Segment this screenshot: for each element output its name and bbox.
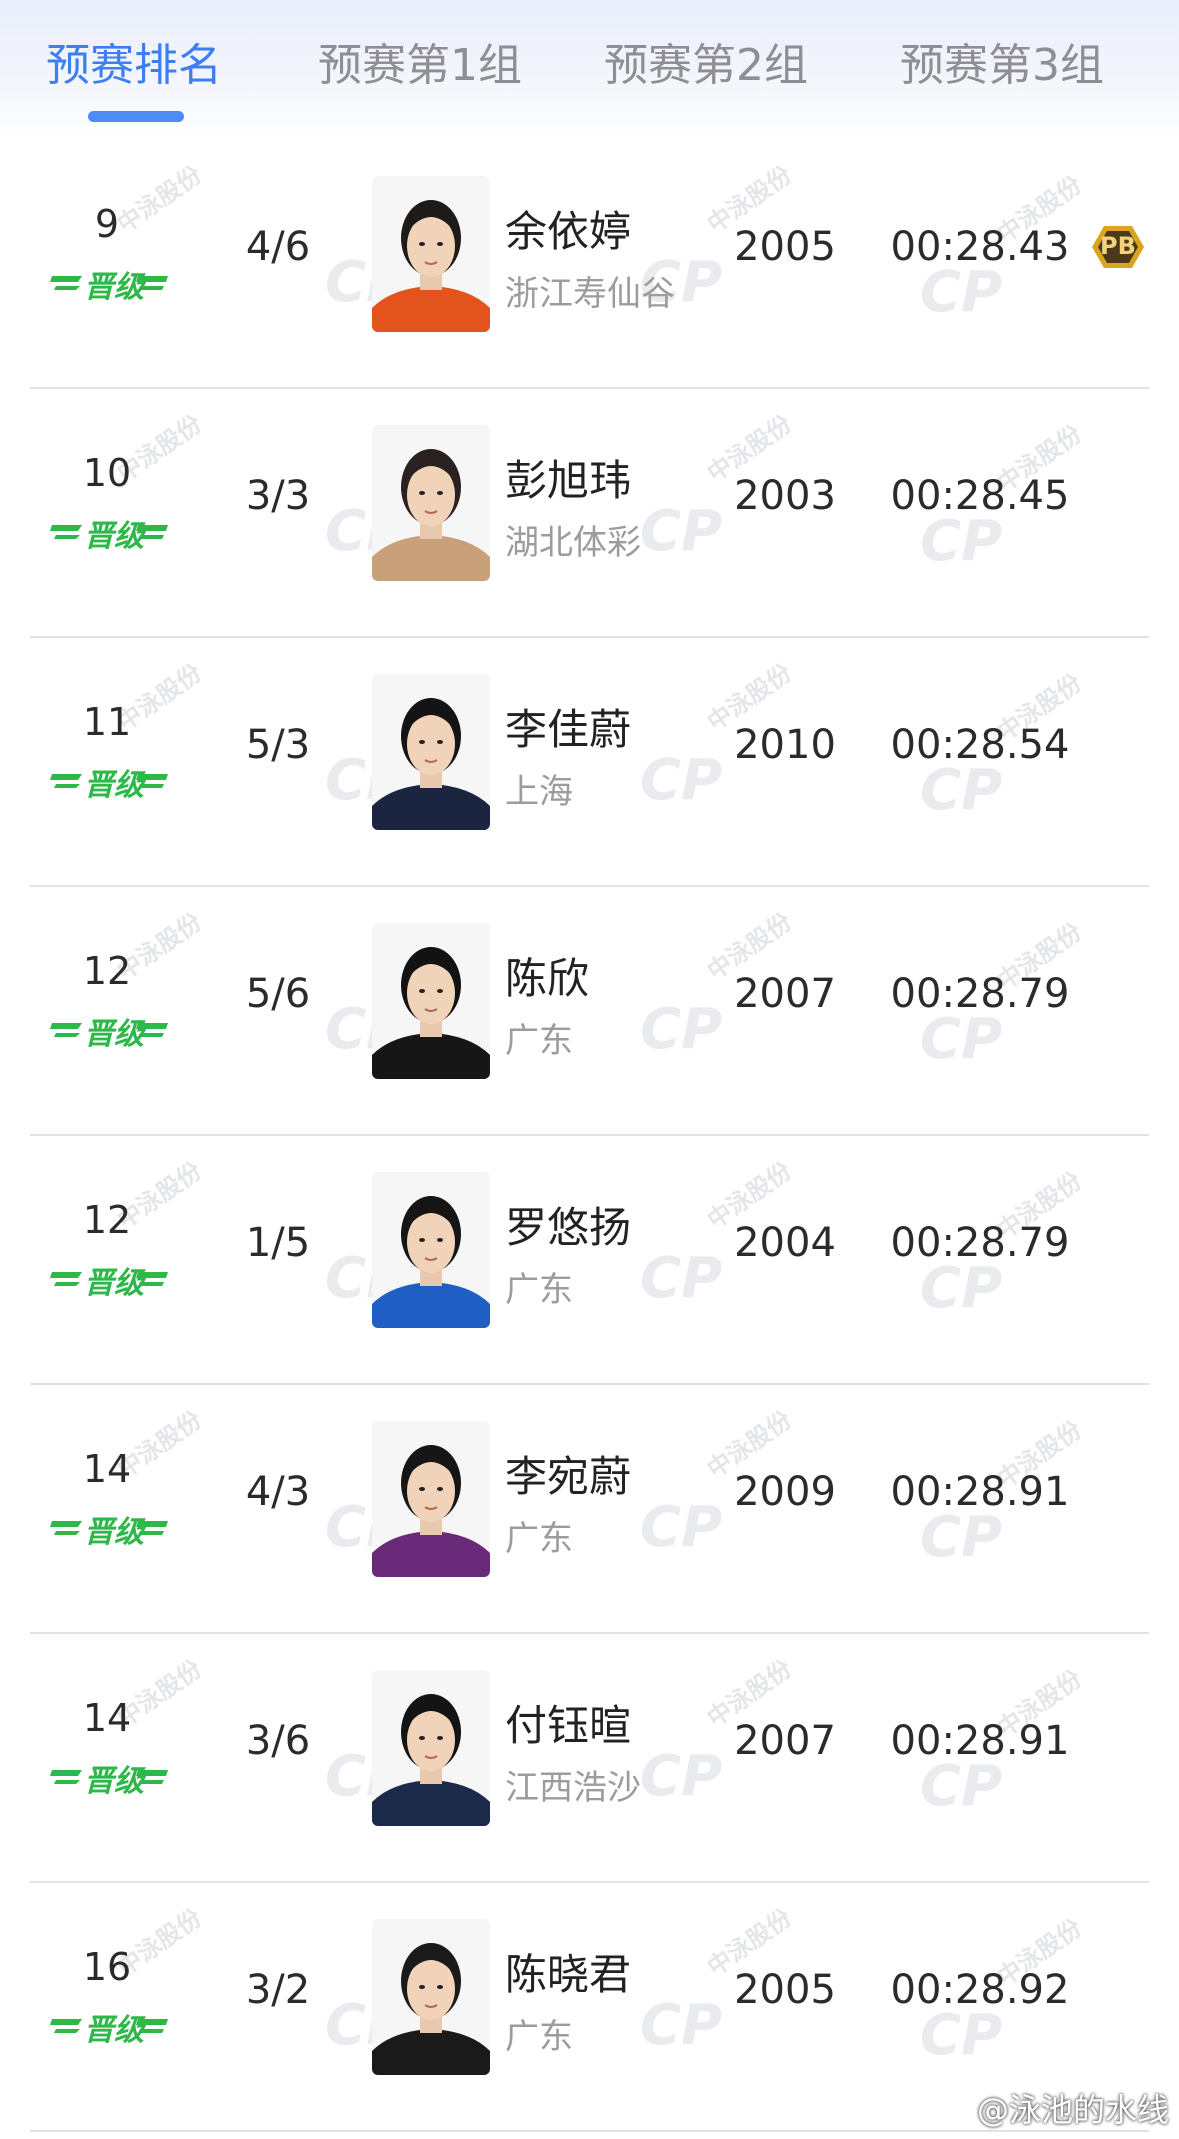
advance-label: 晋级 [84,1017,144,1052]
weibo-watermark: @泳池的水线 [976,2091,1169,2129]
athlete-name: 陈晓君 [505,1950,632,1999]
tab-prelim-heat-2[interactable]: 预赛第2组 [604,36,808,96]
advance-label: 晋级 [84,1764,144,1799]
advance-label: 晋级 [84,768,144,803]
race-time: 00:28.54 [890,722,1070,768]
athlete-row[interactable]: 中泳股份 中泳股份 中泳股份 CP CP CP 10 晋级 3/3 彭旭玮 湖北体彩 2003 00:2… [0,389,1179,638]
birth-year: 2005 [734,224,836,270]
active-tab-indicator [88,111,184,122]
watermark-logo: CP [640,997,723,1062]
heat-lane: 3/2 [245,1967,311,2013]
advance-badge: 晋级 [50,1258,170,1301]
athlete-photo [372,425,490,581]
rank-number: 14 [82,1447,132,1491]
tab-prelim-heat-1[interactable]: 预赛第1组 [318,36,522,96]
advance-label: 晋级 [84,1515,144,1550]
heat-lane: 1/5 [245,1220,311,1266]
athlete-team: 湖北体彩 [505,523,641,563]
race-time: 00:28.91 [890,1469,1070,1515]
athlete-team: 广东 [505,1270,573,1310]
ranking-list: 中泳股份 中泳股份 中泳股份 CP CP CP 9 晋级 4/6 余依婷 浙江寿仙谷 2005 00:2… [0,140,1179,2132]
birth-year: 2007 [734,1718,836,1764]
advance-label: 晋级 [84,2013,144,2048]
athlete-photo [372,1670,490,1826]
race-time: 00:28.45 [890,473,1070,519]
athlete-row[interactable]: 中泳股份 中泳股份 中泳股份 CP CP CP 14 晋级 3/6 付钰暄 江西浩沙 2007 00:2… [0,1634,1179,1883]
rank-number: 16 [82,1945,132,1989]
advance-badge: 晋级 [50,760,170,803]
birth-year: 2007 [734,971,836,1017]
athlete-photo [372,176,490,332]
race-time: 00:28.91 [890,1718,1070,1764]
athlete-name: 陈欣 [505,954,590,1003]
rank-number: 9 [94,202,120,246]
race-time: 00:28.92 [890,1967,1070,2013]
race-time: 00:28.79 [890,1220,1070,1266]
athlete-name: 付钰暄 [505,1701,632,1750]
advance-label: 晋级 [84,270,144,305]
athlete-photo [372,674,490,830]
heat-lane: 4/3 [245,1469,311,1515]
advance-badge: 晋级 [50,262,170,305]
athlete-team: 江西浩沙 [505,1768,641,1808]
watermark-logo: CP [640,748,723,813]
athlete-row[interactable]: 中泳股份 中泳股份 中泳股份 CP CP CP 12 晋级 5/6 陈欣 广东 2007 00:28.7… [0,887,1179,1136]
advance-badge: 晋级 [50,1756,170,1799]
rank-number: 10 [82,451,132,495]
athlete-name: 余依婷 [505,207,632,256]
athlete-photo [372,1919,490,2075]
athlete-team: 广东 [505,1519,573,1559]
rank-number: 11 [82,700,132,744]
advance-label: 晋级 [84,1266,144,1301]
athlete-team: 上海 [505,772,573,812]
athlete-name: 彭旭玮 [505,456,632,505]
athlete-name: 罗悠扬 [505,1203,632,1252]
race-time: 00:28.79 [890,971,1070,1017]
birth-year: 2010 [734,722,836,768]
heat-lane: 3/3 [245,473,311,519]
athlete-photo [372,923,490,1079]
athlete-photo [372,1172,490,1328]
heat-lane: 5/3 [245,722,311,768]
rank-number: 12 [82,1198,132,1242]
advance-label: 晋级 [84,519,144,554]
athlete-team: 浙江寿仙谷 [505,274,675,314]
athlete-team: 广东 [505,1021,573,1061]
watermark-logo: CP [640,1495,723,1560]
birth-year: 2004 [734,1220,836,1266]
advance-badge: 晋级 [50,511,170,554]
birth-year: 2005 [734,1967,836,2013]
watermark-logo: CP [640,1744,723,1809]
heat-lane: 5/6 [245,971,311,1017]
athlete-row[interactable]: 中泳股份 中泳股份 中泳股份 CP CP CP 12 晋级 1/5 罗悠扬 广东 2004 00:28.… [0,1136,1179,1385]
athlete-team: 广东 [505,2017,573,2057]
athlete-photo [372,1421,490,1577]
rank-number: 14 [82,1696,132,1740]
tab-prelim-heat-3[interactable]: 预赛第3组 [900,36,1104,96]
birth-year: 2009 [734,1469,836,1515]
athlete-name: 李宛蔚 [505,1452,632,1501]
rank-number: 12 [82,949,132,993]
advance-badge: 晋级 [50,1009,170,1052]
heat-lane: 4/6 [245,224,311,270]
watermark-logo: CP [640,1246,723,1311]
watermark-logo: CP [640,499,723,564]
pb-label: PB [1100,232,1136,260]
athlete-row[interactable]: 中泳股份 中泳股份 中泳股份 CP CP CP 9 晋级 4/6 余依婷 浙江寿仙谷 2005 00:2… [0,140,1179,389]
tab-prelim-ranking[interactable]: 预赛排名 [46,36,222,96]
athlete-row[interactable]: 中泳股份 中泳股份 中泳股份 CP CP CP 14 晋级 4/3 李宛蔚 广东 2009 00:28.… [0,1385,1179,1634]
pb-badge-icon: PB [1090,224,1146,270]
tab-bar: 预赛排名 预赛第1组 预赛第2组 预赛第3组 [0,0,1179,140]
birth-year: 2003 [734,473,836,519]
heat-lane: 3/6 [245,1718,311,1764]
race-time: 00:28.43 [890,224,1070,270]
advance-badge: 晋级 [50,2005,170,2048]
advance-badge: 晋级 [50,1507,170,1550]
watermark-logo: CP [640,1993,723,2058]
athlete-row[interactable]: 中泳股份 中泳股份 中泳股份 CP CP CP 11 晋级 5/3 李佳蔚 上海 2010 00:28.… [0,638,1179,887]
athlete-name: 李佳蔚 [505,705,632,754]
